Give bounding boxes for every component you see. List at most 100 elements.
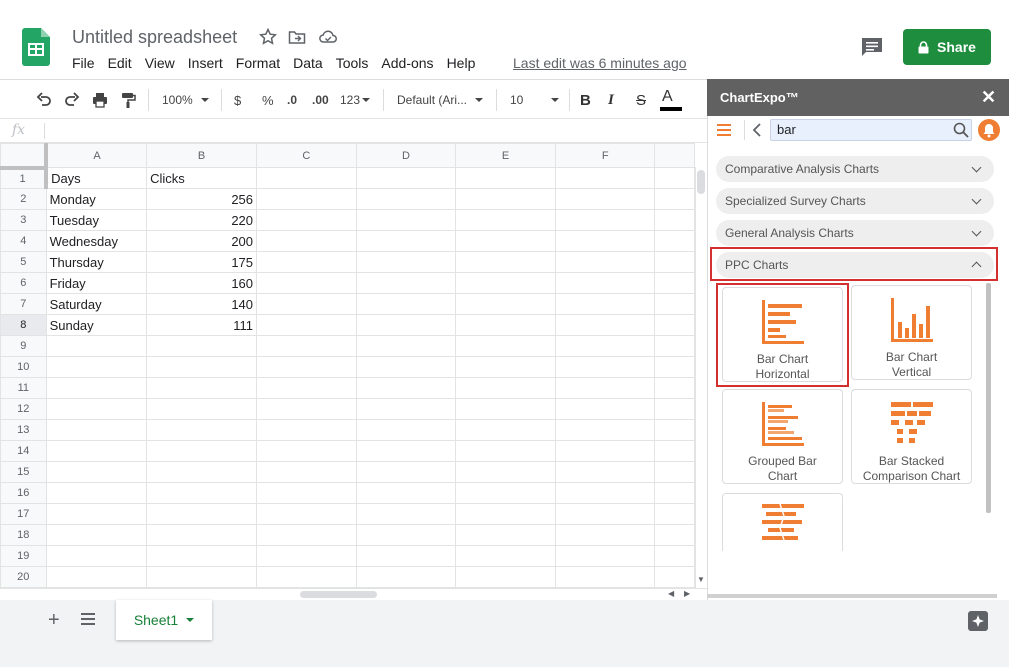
empty-cell[interactable] <box>355 272 457 294</box>
formula-input[interactable] <box>50 121 690 140</box>
menu-insert[interactable]: Insert <box>188 55 223 73</box>
menu-data[interactable]: Data <box>293 55 323 73</box>
cell-a[interactable]: Monday <box>45 188 148 210</box>
zoom-select[interactable]: 100% <box>162 91 209 109</box>
cell-b[interactable]: 175 <box>146 251 258 273</box>
cell-b[interactable]: Clicks <box>146 167 258 189</box>
empty-cell[interactable] <box>654 272 695 294</box>
empty-cell[interactable] <box>554 524 656 546</box>
empty-cell[interactable] <box>654 167 695 189</box>
cell-a[interactable]: Tuesday <box>45 209 148 231</box>
empty-cell[interactable] <box>256 419 357 441</box>
empty-cell[interactable] <box>554 356 656 378</box>
empty-cell[interactable] <box>654 461 695 483</box>
empty-cell[interactable] <box>654 545 695 567</box>
empty-cell[interactable] <box>654 209 695 231</box>
cell-b[interactable] <box>146 419 258 441</box>
star-icon[interactable] <box>259 28 277 46</box>
back-chevron-icon[interactable] <box>752 122 762 138</box>
cell-b[interactable]: 160 <box>146 272 258 294</box>
cell-a[interactable]: Friday <box>45 272 148 294</box>
empty-cell[interactable] <box>355 167 457 189</box>
chart-card-bar-stacked[interactable]: Bar Stacked Comparison Chart <box>851 389 972 484</box>
cell-a[interactable]: Sunday <box>45 314 148 336</box>
empty-cell[interactable] <box>554 335 656 357</box>
decrease-decimal-button[interactable]: .0 <box>287 91 297 109</box>
cell-b[interactable]: 220 <box>146 209 258 231</box>
empty-cell[interactable] <box>455 503 556 525</box>
empty-cell[interactable] <box>455 419 556 441</box>
empty-cell[interactable] <box>355 230 457 252</box>
spreadsheet-grid[interactable]: A B C D E F 1 Days Clicks 2 Monday 256 3 Tuesda… <box>0 143 695 589</box>
empty-cell[interactable] <box>455 335 556 357</box>
empty-cell[interactable] <box>554 230 656 252</box>
empty-cell[interactable] <box>455 524 556 546</box>
column-header-d[interactable]: D <box>355 143 457 168</box>
share-button[interactable]: Share <box>903 29 991 65</box>
empty-cell[interactable] <box>455 209 556 231</box>
category-specialized-survey[interactable]: Specialized Survey Charts <box>716 188 994 214</box>
menu-view[interactable]: View <box>145 55 175 73</box>
empty-cell[interactable] <box>654 503 695 525</box>
empty-cell[interactable] <box>355 524 457 546</box>
empty-cell[interactable] <box>355 335 457 357</box>
empty-cell[interactable] <box>256 524 357 546</box>
sheet-tab[interactable]: Sheet1 <box>116 600 212 640</box>
cell-b[interactable]: 200 <box>146 230 258 252</box>
empty-cell[interactable] <box>654 524 695 546</box>
category-comparative-analysis[interactable]: Comparative Analysis Charts <box>716 156 994 182</box>
panel-horizontal-scrollbar[interactable] <box>707 594 997 598</box>
chart-card-partial[interactable] <box>722 493 843 551</box>
column-header-c[interactable]: C <box>256 143 357 168</box>
empty-cell[interactable] <box>256 167 357 189</box>
chart-card-grouped-bar[interactable]: Grouped Bar Chart <box>722 389 843 484</box>
last-edit-link[interactable]: Last edit was 6 minutes ago <box>513 55 687 71</box>
menu-tools[interactable]: Tools <box>336 55 369 73</box>
empty-cell[interactable] <box>554 167 656 189</box>
empty-cell[interactable] <box>256 377 357 399</box>
empty-cell[interactable] <box>256 503 357 525</box>
cell-b[interactable]: 111 <box>146 314 258 336</box>
empty-cell[interactable] <box>355 503 457 525</box>
cell-b[interactable] <box>146 524 258 546</box>
italic-button[interactable]: I <box>608 91 614 109</box>
cell-b[interactable] <box>146 356 258 378</box>
empty-cell[interactable] <box>554 188 656 210</box>
text-color-button[interactable]: A <box>662 88 673 106</box>
empty-cell[interactable] <box>355 293 457 315</box>
percent-format-button[interactable]: % <box>262 91 274 109</box>
column-header-f[interactable]: F <box>554 143 656 168</box>
search-icon[interactable] <box>953 122 969 138</box>
empty-cell[interactable] <box>256 398 357 420</box>
cell-b[interactable]: 256 <box>146 188 258 210</box>
cell-a[interactable] <box>45 566 148 588</box>
cell-a[interactable] <box>45 398 148 420</box>
empty-cell[interactable] <box>355 461 457 483</box>
row-header[interactable]: 6 <box>0 272 47 294</box>
empty-cell[interactable] <box>256 440 357 462</box>
empty-cell[interactable] <box>355 251 457 273</box>
empty-cell[interactable] <box>554 419 656 441</box>
cell-a[interactable] <box>45 335 148 357</box>
menu-format[interactable]: Format <box>236 55 280 73</box>
cell-a[interactable]: Saturday <box>45 293 148 315</box>
cell-b[interactable] <box>146 335 258 357</box>
empty-cell[interactable] <box>554 377 656 399</box>
empty-cell[interactable] <box>654 440 695 462</box>
category-general-analysis[interactable]: General Analysis Charts <box>716 220 994 246</box>
currency-format-button[interactable]: $ <box>234 91 241 109</box>
empty-cell[interactable] <box>455 545 556 567</box>
row-header[interactable]: 14 <box>0 440 47 462</box>
row-header[interactable]: 13 <box>0 419 47 441</box>
row-header[interactable]: 3 <box>0 209 47 231</box>
menu-help[interactable]: Help <box>447 55 476 73</box>
empty-cell[interactable] <box>256 335 357 357</box>
row-header[interactable]: 9 <box>0 335 47 357</box>
row-header[interactable]: 20 <box>0 566 47 588</box>
empty-cell[interactable] <box>455 440 556 462</box>
scroll-right-arrow-icon[interactable]: ▶ <box>684 589 690 598</box>
cell-b[interactable] <box>146 440 258 462</box>
menu-edit[interactable]: Edit <box>108 55 132 73</box>
row-header[interactable]: 12 <box>0 398 47 420</box>
horizontal-scroll-thumb[interactable] <box>300 591 377 598</box>
